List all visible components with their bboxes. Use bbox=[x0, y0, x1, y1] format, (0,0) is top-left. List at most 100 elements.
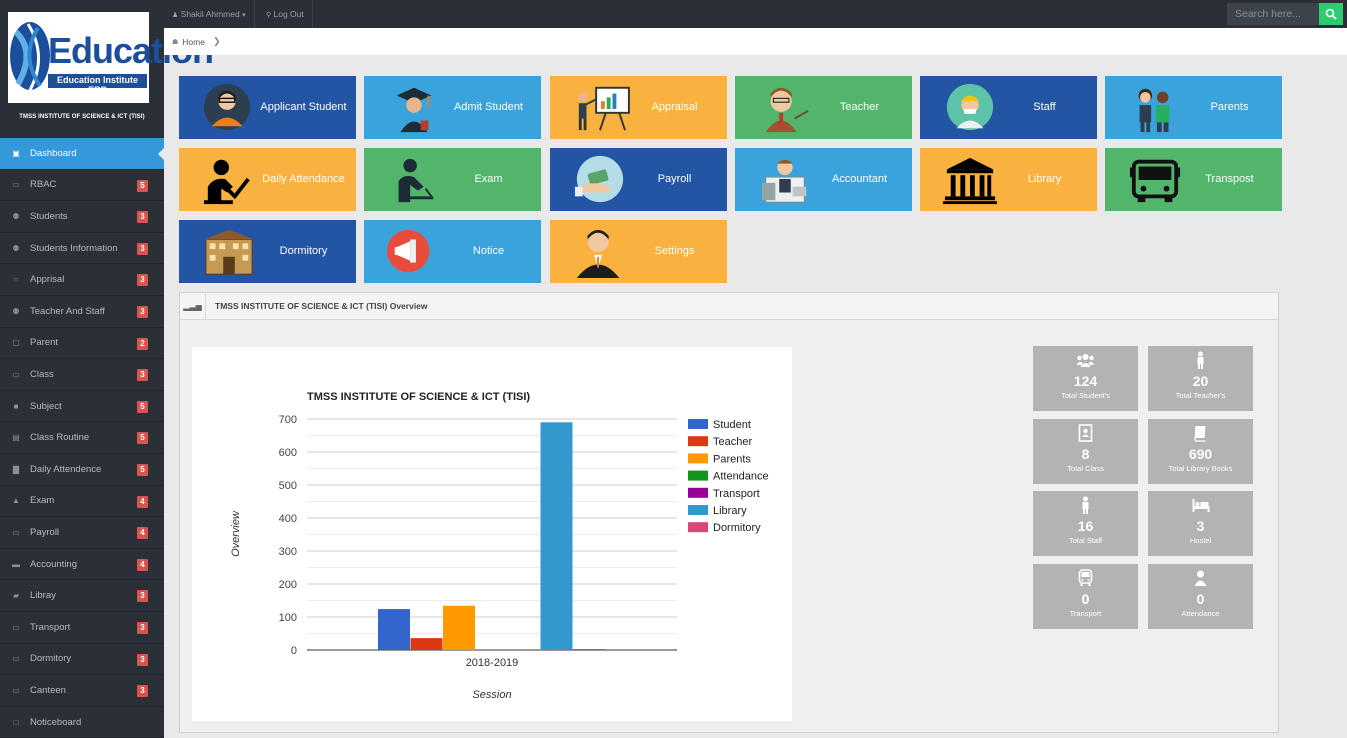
legend-label: Transport bbox=[713, 488, 760, 500]
logout-link[interactable]: ⚲ Log Out bbox=[258, 0, 313, 28]
breadcrumb-home[interactable]: Home bbox=[182, 37, 205, 47]
sidebar-item-students-information[interactable]: ⚉ Students Information 3 bbox=[0, 233, 164, 265]
user-square-icon: ▢ bbox=[12, 338, 20, 348]
tile-payroll[interactable]: Payroll bbox=[550, 148, 727, 211]
sidebar-item-exam[interactable]: ▲ Exam 4 bbox=[0, 486, 164, 518]
sidebar-item-class[interactable]: ▭ Class 3 bbox=[0, 359, 164, 391]
bus-icon bbox=[1078, 569, 1093, 586]
megaphone-icon bbox=[387, 229, 430, 273]
user-menu[interactable]: ♟ Shakil Ahmmed ▾ bbox=[164, 0, 255, 28]
tile-applicant-student[interactable]: Applicant Student bbox=[179, 76, 356, 139]
card-icon: ▭ bbox=[12, 685, 20, 695]
tile-teacher[interactable]: Teacher bbox=[735, 76, 912, 139]
bar-chart-icon: ▇ bbox=[12, 464, 20, 474]
sidebar-item-noticeboard[interactable]: □ Noticeboard bbox=[0, 707, 164, 738]
search-button[interactable] bbox=[1319, 3, 1343, 25]
count-badge: 3 bbox=[137, 622, 148, 634]
tile-appraisal[interactable]: Appraisal bbox=[550, 76, 727, 139]
sidebar-item-parent[interactable]: ▢ Parent 2 bbox=[0, 328, 164, 360]
user-icon bbox=[1194, 570, 1207, 586]
users-icon: ⚉ bbox=[12, 243, 20, 253]
tile-staff[interactable]: Staff bbox=[920, 76, 1097, 139]
y-tick-label: 700 bbox=[279, 414, 297, 426]
book-icon bbox=[1193, 426, 1206, 442]
stat-label: Total Teacher's bbox=[1175, 391, 1226, 400]
tile-accountant[interactable]: Accountant bbox=[735, 148, 912, 211]
stat-hostel[interactable]: 3 Hostel bbox=[1148, 491, 1253, 556]
stat-transport[interactable]: 0 Transport bbox=[1033, 564, 1138, 629]
count-badge: 3 bbox=[137, 590, 148, 603]
sidebar-item-rbac[interactable]: ▭ RBAC 5 bbox=[0, 170, 164, 202]
window-icon: □ bbox=[13, 717, 19, 727]
library-building-icon bbox=[943, 157, 997, 205]
book-icon: ▰ bbox=[12, 591, 20, 601]
stat-total-class[interactable]: 8 Total Class bbox=[1033, 419, 1138, 484]
stat-value: 0 bbox=[1196, 591, 1205, 607]
sidebar-item-daily-attendence[interactable]: ▇ Daily Attendence 5 bbox=[0, 454, 164, 486]
calendar-icon: ▤ bbox=[12, 433, 20, 443]
contact-book-icon bbox=[1078, 424, 1093, 442]
stat-label: Hostel bbox=[1189, 536, 1212, 545]
sidebar-item-label: Class bbox=[30, 368, 54, 380]
sidebar-item-dashboard[interactable]: ▣ Dashboard bbox=[0, 138, 165, 170]
tile-daily-attendance[interactable]: Daily Attendance bbox=[179, 148, 356, 211]
sidebar-item-class-routine[interactable]: ▤ Class Routine 5 bbox=[0, 422, 164, 454]
tile-notice[interactable]: Notice bbox=[364, 220, 541, 283]
briefcase-icon: ▬ bbox=[12, 559, 20, 569]
sidebar-item-subject[interactable]: ■ Subject 5 bbox=[0, 391, 164, 423]
legend-label: Teacher bbox=[713, 436, 752, 448]
overview-title: TMSS INSTITUTE OF SCIENCE & ICT (TISI) O… bbox=[215, 301, 428, 311]
key-icon: ⚲ bbox=[266, 12, 272, 19]
count-badge: 4 bbox=[137, 495, 148, 508]
tile-library[interactable]: Library bbox=[920, 148, 1097, 211]
stat-total-staff[interactable]: 16 Total Staff bbox=[1033, 491, 1138, 556]
sidebar-item-label: Students Information bbox=[30, 242, 118, 254]
stat-total-student-s[interactable]: 124 Total Student's bbox=[1033, 346, 1138, 411]
users-group-icon bbox=[1076, 354, 1095, 367]
tile-label: Transpost bbox=[1205, 173, 1254, 185]
stat-label: Transport bbox=[1069, 609, 1102, 618]
worker-icon bbox=[946, 83, 994, 131]
tile-settings[interactable]: Settings bbox=[550, 220, 727, 283]
sidebar-item-teacher-and-staff[interactable]: ⚉ Teacher And Staff 3 bbox=[0, 296, 164, 328]
tile-label: Daily Attendance bbox=[262, 173, 345, 185]
legend-label: Library bbox=[713, 505, 747, 517]
tile-parents[interactable]: Parents bbox=[1105, 76, 1282, 139]
bar-parents bbox=[443, 605, 475, 650]
tile-label: Applicant Student bbox=[260, 101, 347, 113]
legend-swatch bbox=[688, 436, 708, 447]
stat-total-library-books[interactable]: 690 Total Library Books bbox=[1148, 419, 1253, 484]
count-badge: 2 bbox=[137, 337, 148, 350]
search-input[interactable] bbox=[1227, 3, 1319, 25]
stat-total-teacher-s[interactable]: 20 Total Teacher's bbox=[1148, 346, 1253, 411]
bus-icon bbox=[1129, 159, 1181, 203]
stat-label: Total Library Books bbox=[1168, 464, 1233, 473]
stat-value: 3 bbox=[1196, 518, 1205, 534]
legend-swatch bbox=[688, 505, 708, 515]
institute-name: TMSS INSTITUTE OF SCIENCE & ICT (TISI) bbox=[19, 114, 145, 120]
sidebar-item-canteen[interactable]: ▭ Canteen 3 bbox=[0, 675, 164, 707]
sidebar-item-students[interactable]: ⚉ Students 3 bbox=[0, 201, 164, 233]
logo[interactable]: Education Education Institute ERP bbox=[8, 12, 214, 103]
tile-admit-student[interactable]: Admit Student bbox=[364, 76, 541, 139]
tile-dormitory[interactable]: Dormitory bbox=[179, 220, 356, 283]
tile-transpost[interactable]: Transpost bbox=[1105, 148, 1282, 211]
sidebar-item-payroll[interactable]: ▭ Payroll 4 bbox=[0, 517, 164, 549]
bar-chart: TMSS INSTITUTE OF SCIENCE & ICT (TISI) 0 1… bbox=[230, 391, 769, 701]
tile-label: Exam bbox=[474, 173, 503, 185]
sidebar-item-transport[interactable]: ▭ Transport 3 bbox=[0, 612, 164, 644]
sidebar-item-libray[interactable]: ▰ Libray 3 bbox=[0, 580, 164, 612]
stat-attendance[interactable]: 0 Attendance bbox=[1148, 564, 1253, 629]
bar-library bbox=[540, 422, 573, 650]
sidebar-item-dormitory[interactable]: ▭ Dormitory 3 bbox=[0, 644, 164, 676]
sidebar-item-apprisal[interactable]: ○ Apprisal 3 bbox=[0, 264, 164, 296]
tile-exam[interactable]: Exam bbox=[364, 148, 541, 211]
settings-person-icon bbox=[576, 229, 620, 278]
users-icon: ⚉ bbox=[12, 306, 20, 316]
count-badge: 5 bbox=[137, 464, 148, 476]
home-icon: ☗ bbox=[172, 38, 179, 46]
y-tick-label: 100 bbox=[279, 612, 297, 624]
card-icon: ▭ bbox=[12, 622, 20, 632]
sidebar-item-accounting[interactable]: ▬ Accounting 4 bbox=[0, 549, 164, 581]
users-icon: ⚉ bbox=[12, 211, 20, 221]
